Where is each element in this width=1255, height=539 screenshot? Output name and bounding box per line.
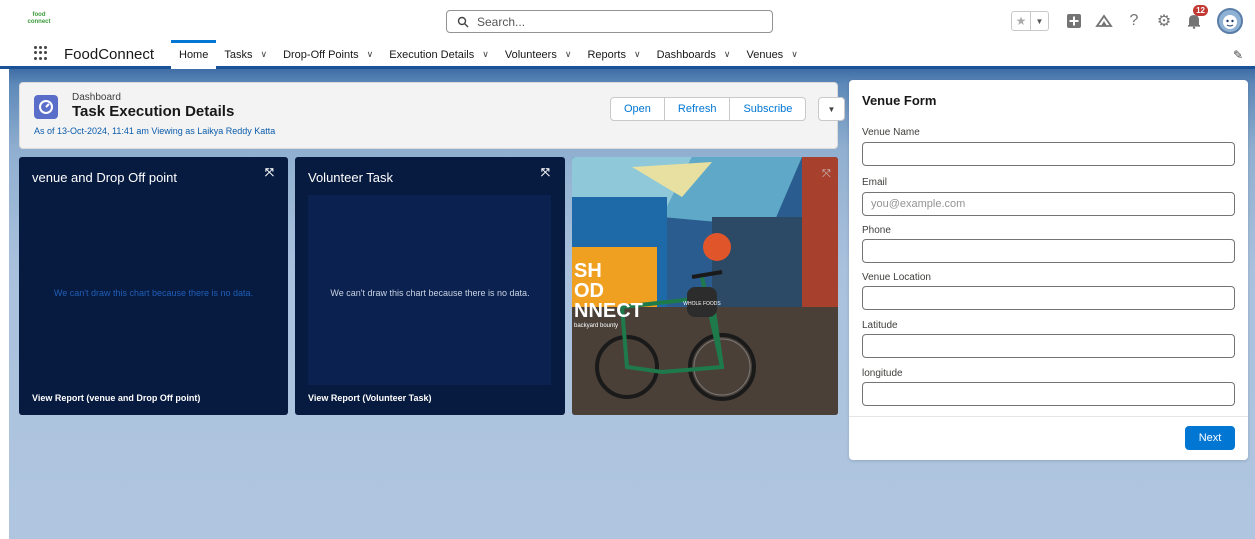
notification-badge: 12	[1193, 5, 1208, 16]
phone-label: Phone	[862, 225, 891, 236]
app-logo[interactable]: food connect	[24, 10, 54, 30]
no-data-message: We can't draw this chart because there i…	[53, 288, 254, 298]
expand-icon[interactable]: ⤧	[265, 167, 274, 180]
no-data-message: We can't draw this chart because there i…	[330, 288, 530, 298]
nav-tab-home[interactable]: Home	[171, 40, 217, 69]
nav-tab-reports[interactable]: Reports ∨	[579, 40, 648, 69]
refresh-button[interactable]: Refresh	[664, 97, 731, 121]
search-icon	[457, 16, 469, 27]
chevron-down-icon[interactable]: ∨	[634, 49, 641, 60]
email-field[interactable]	[862, 192, 1235, 216]
header-utility-bar: ★ ▼ ? ⚙ 12	[1011, 5, 1243, 36]
nav-tab-dashboards[interactable]: Dashboards ∨	[649, 40, 739, 69]
nav-tab-drop-off-points[interactable]: Drop-Off Points ∨	[275, 40, 381, 69]
view-report-link[interactable]: View Report (venue and Drop Off point)	[32, 393, 200, 403]
longitude-label: longitude	[862, 368, 903, 379]
venue-location-field[interactable]	[862, 286, 1235, 310]
nav-tabs: Home Tasks ∨ Drop-Off Points ∨ Execution D…	[171, 40, 806, 69]
chevron-down-icon[interactable]: ∨	[565, 49, 572, 60]
global-search[interactable]	[446, 10, 773, 33]
mural-bicycle-image: WHOLE FOODS SH OD NNECT backyard bounty …	[572, 157, 838, 415]
phone-field[interactable]	[862, 239, 1235, 263]
chart-card-title: Volunteer Task	[308, 170, 394, 185]
nav-tab-tasks[interactable]: Tasks ∨	[216, 40, 275, 69]
form-divider	[849, 416, 1248, 417]
trailhead-icon[interactable]	[1092, 9, 1116, 33]
email-label: Email	[862, 177, 888, 188]
dashboard-icon	[34, 95, 58, 119]
nav-tab-execution-details[interactable]: Execution Details ∨	[381, 40, 497, 69]
avatar[interactable]	[1217, 8, 1243, 34]
dashboard-header: Dashboard Task Execution Details As of 1…	[19, 82, 845, 149]
subscribe-button[interactable]: Subscribe	[730, 97, 807, 121]
gear-icon[interactable]: ⚙	[1152, 9, 1176, 33]
chevron-down-icon[interactable]: ∨	[724, 49, 731, 60]
mural-subtext: backyard bounty	[574, 323, 618, 329]
mural-text: SH	[574, 260, 602, 282]
venue-form-title: Venue Form	[862, 93, 937, 108]
latitude-field[interactable]	[862, 334, 1235, 358]
dashboard-actions: Open Refresh Subscribe	[610, 97, 807, 121]
star-icon[interactable]: ★	[1012, 12, 1030, 30]
view-report-link[interactable]: View Report (Volunteer Task)	[308, 393, 432, 403]
nav-tab-venues[interactable]: Venues ∨	[738, 40, 805, 69]
open-button[interactable]: Open	[610, 97, 665, 121]
latitude-label: Latitude	[862, 320, 898, 331]
search-input[interactable]	[477, 14, 757, 29]
mural-text: NNECT	[574, 300, 643, 322]
help-icon[interactable]: ?	[1122, 9, 1146, 33]
dashboard-meta: As of 13-Oct-2024, 11:41 am Viewing as L…	[34, 126, 276, 136]
app-launcher-icon[interactable]	[34, 46, 48, 60]
chart-card-venue-drop-off: venue and Drop Off point ⤧ We can't draw…	[19, 157, 288, 415]
store-sign-text: WHOLE FOODS	[683, 301, 721, 307]
longitude-field[interactable]	[862, 382, 1235, 406]
chart-card-volunteer-task: Volunteer Task ⤧ We can't draw this char…	[295, 157, 565, 415]
add-icon[interactable]	[1062, 9, 1086, 33]
edit-nav-pencil-icon[interactable]: ✎	[1233, 48, 1243, 62]
chevron-down-icon[interactable]: ∨	[791, 49, 798, 60]
svg-text:food: food	[33, 12, 46, 18]
more-actions-button[interactable]: ▼	[818, 97, 845, 121]
expand-icon[interactable]: ⤧	[822, 168, 831, 180]
chevron-down-icon: ▼	[827, 104, 836, 114]
chevron-down-icon[interactable]: ∨	[367, 49, 374, 60]
venue-form: Venue Form Venue Name Email Phone Venue …	[849, 80, 1248, 460]
expand-icon[interactable]: ⤧	[541, 167, 550, 180]
global-header: food connect ★ ▼ ? ⚙ 12	[0, 0, 1255, 40]
venue-location-label: Venue Location	[862, 272, 931, 283]
next-button[interactable]: Next	[1185, 426, 1235, 450]
chevron-down-icon[interactable]: ∨	[260, 49, 267, 60]
app-navigation-bar: FoodConnect Home Tasks ∨ Drop-Off Points ∨…	[0, 40, 1255, 69]
food-connect-image: WHOLE FOODS SH OD NNECT backyard bounty …	[572, 157, 838, 415]
mural-text: OD	[574, 280, 604, 302]
venue-name-field[interactable]	[862, 142, 1235, 166]
favorites-group: ★ ▼	[1011, 11, 1049, 31]
bell-icon[interactable]: 12	[1182, 5, 1208, 33]
app-name: FoodConnect	[64, 46, 155, 63]
chevron-down-icon[interactable]: ▼	[1030, 12, 1048, 30]
chart-card-title: venue and Drop Off point	[32, 170, 178, 185]
chevron-down-icon[interactable]: ∨	[482, 49, 489, 60]
nav-tab-volunteers[interactable]: Volunteers ∨	[497, 40, 580, 69]
venue-name-label: Venue Name	[862, 127, 920, 138]
svg-text:connect: connect	[27, 19, 50, 25]
page-title: Task Execution Details	[72, 103, 235, 120]
dashboard-type-label: Dashboard	[72, 92, 121, 103]
